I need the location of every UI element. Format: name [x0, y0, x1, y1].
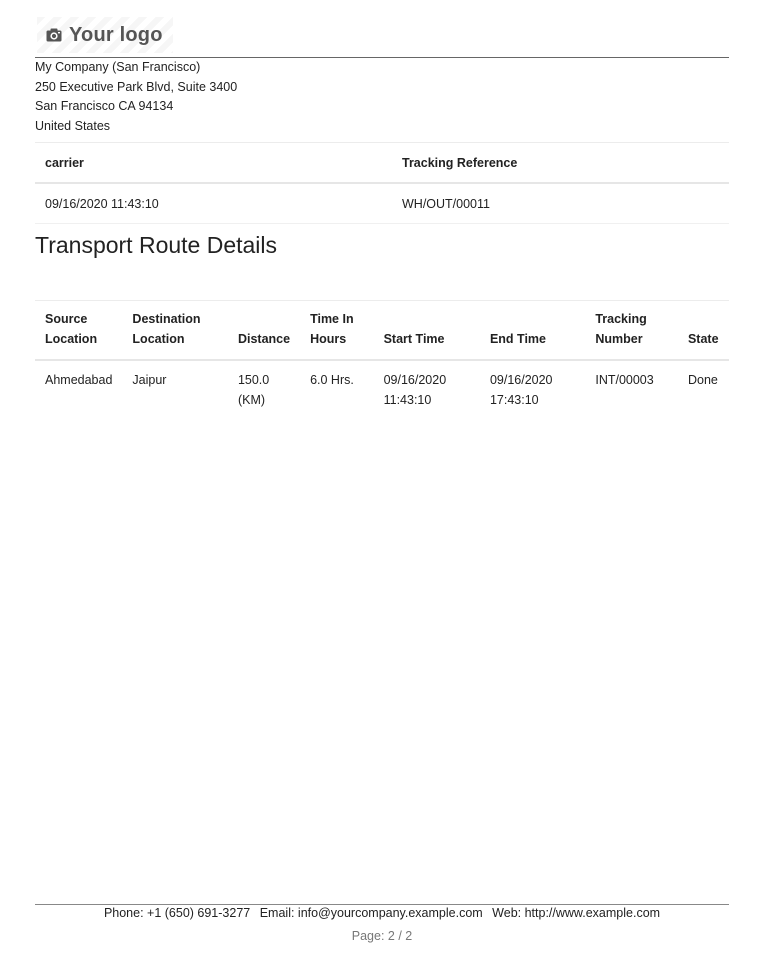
end-time-cell: 09/16/2020 17:43:10 — [489, 373, 553, 407]
company-street: 250 Executive Park Blvd, Suite 3400 — [35, 79, 238, 94]
company-country: United States — [35, 118, 111, 133]
carrier-row: 09/16/2020 11:43:10 WH/OUT/00011 — [35, 183, 729, 224]
camera-icon — [46, 28, 62, 42]
tracking-reference-cell: WH/OUT/00011 — [392, 183, 729, 224]
footer-divider — [35, 904, 729, 905]
distance-cell: 150.0 (KM) — [237, 373, 270, 407]
footer-phone: Phone: +1 (650) 691-3277 — [103, 906, 251, 920]
company-name: My Company (San Francisco) — [35, 60, 201, 74]
start-time-header: Start Time — [373, 300, 480, 361]
time-hours-cell: 6.0 Hrs. — [310, 373, 354, 387]
tracking-reference-header: Tracking Reference — [392, 142, 729, 184]
source-location-header: Source Location — [35, 300, 123, 361]
page-number: Page: 2 / 2 — [351, 929, 413, 943]
carrier-table: carrier Tracking Reference 09/16/2020 11… — [35, 142, 729, 224]
state-cell: Done — [687, 373, 718, 387]
logo-text: Your logo — [69, 23, 163, 46]
section-title: Transport Route Details — [35, 232, 278, 258]
end-time-header: End Time — [479, 300, 586, 361]
footer-contact: Phone: +1 (650) 691-3277 Email: info@you… — [35, 906, 729, 920]
tracking-number-cell: INT/00003 — [595, 373, 654, 387]
footer-web: Web: http://www.example.com — [492, 906, 661, 920]
company-city: San Francisco CA 94134 — [35, 99, 174, 113]
carrier-header: carrier — [35, 142, 392, 184]
carrier-date-cell: 09/16/2020 11:43:10 — [35, 183, 392, 224]
route-header-row: Source Location Destination Location Dista… — [35, 300, 729, 361]
carrier-header-row: carrier Tracking Reference — [35, 142, 729, 184]
company-logo: Your logo — [37, 17, 173, 53]
state-header: State — [677, 300, 729, 361]
distance-header: Distance — [227, 300, 301, 361]
tracking-number-header: Tracking Number — [585, 300, 678, 361]
route-table: Source Location Destination Location Dista… — [35, 300, 729, 416]
company-address: My Company (San Francisco) 250 Executive… — [35, 58, 237, 136]
start-time-cell: 09/16/2020 11:43:10 — [383, 373, 447, 407]
report-page: Your logo My Company (San Francisco) 250… — [35, 0, 729, 965]
time-in-hours-header: Time In Hours — [300, 300, 374, 361]
source-cell: Ahmedabad — [45, 373, 113, 387]
table-row: Ahmedabad Jaipur 150.0 (KM) 6.0 Hrs. 09/1… — [35, 360, 729, 416]
footer-email: Email: info@yourcompany.example.com — [259, 906, 483, 920]
destination-cell: Jaipur — [132, 373, 167, 387]
destination-location-header: Destination Location — [122, 300, 228, 361]
